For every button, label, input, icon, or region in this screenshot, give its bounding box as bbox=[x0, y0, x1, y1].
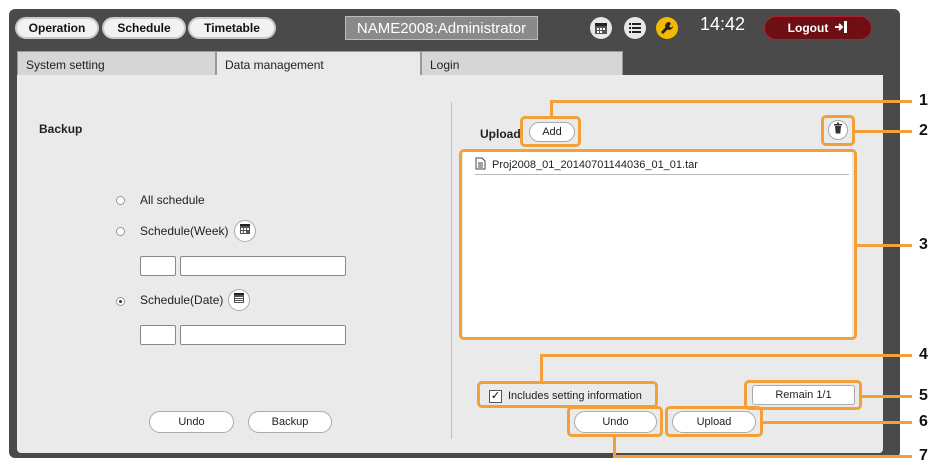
callout-box-2 bbox=[821, 115, 855, 146]
leader-7b bbox=[613, 455, 912, 458]
leader-5 bbox=[861, 395, 912, 398]
backup-undo-button[interactable]: Undo bbox=[149, 411, 234, 433]
leader-7a bbox=[613, 436, 616, 457]
calendar-icon[interactable] bbox=[590, 17, 612, 39]
tab-system-setting[interactable]: System setting bbox=[17, 51, 216, 75]
date-field[interactable] bbox=[180, 325, 346, 345]
leader-3 bbox=[856, 244, 912, 247]
week-range-field[interactable] bbox=[180, 256, 346, 276]
upload-title: Upload bbox=[480, 127, 521, 141]
callout-box-5 bbox=[744, 380, 862, 410]
backup-title: Backup bbox=[39, 122, 83, 136]
leader-2 bbox=[855, 130, 912, 133]
schedule-week-label: Schedule(Week) bbox=[140, 224, 229, 238]
callout-number-5: 5 bbox=[919, 387, 928, 404]
logout-label: Logout bbox=[787, 21, 829, 35]
callout-box-7 bbox=[567, 406, 663, 437]
window-title: NAME2008:Administrator bbox=[345, 16, 538, 40]
backup-button[interactable]: Backup bbox=[248, 411, 332, 433]
callout-box-6 bbox=[665, 406, 763, 437]
exit-icon bbox=[834, 20, 848, 37]
callout-number-3: 3 bbox=[919, 236, 928, 253]
callout-box-3 bbox=[459, 149, 857, 340]
schedule-button[interactable]: Schedule bbox=[102, 17, 186, 39]
screen: Operation Schedule Timetable NAME2008:Ad… bbox=[0, 0, 935, 469]
week-year-field[interactable] bbox=[140, 256, 176, 276]
date-calendar-button[interactable] bbox=[228, 289, 250, 311]
leader-1b bbox=[550, 100, 912, 103]
callout-number-6: 6 bbox=[919, 413, 928, 430]
leader-6 bbox=[762, 421, 912, 424]
section-divider bbox=[451, 102, 452, 439]
schedule-date-label: Schedule(Date) bbox=[140, 293, 224, 307]
week-calendar-button[interactable] bbox=[234, 220, 256, 242]
radio-schedule-date[interactable] bbox=[116, 297, 125, 306]
callout-number-2: 2 bbox=[919, 122, 928, 139]
logout-button[interactable]: Logout bbox=[764, 16, 872, 40]
date-year-field[interactable] bbox=[140, 325, 176, 345]
callout-box-1 bbox=[520, 116, 581, 147]
radio-all-schedule[interactable] bbox=[116, 196, 125, 205]
callout-number-1: 1 bbox=[919, 92, 928, 109]
timetable-button[interactable]: Timetable bbox=[188, 17, 276, 39]
radio-schedule-week[interactable] bbox=[116, 227, 125, 236]
wrench-icon[interactable] bbox=[656, 17, 678, 39]
calendar-icon bbox=[239, 222, 251, 240]
callout-box-4 bbox=[477, 381, 658, 408]
all-schedule-label: All schedule bbox=[140, 193, 205, 207]
callout-number-4: 4 bbox=[919, 346, 928, 363]
leader-4b bbox=[540, 354, 912, 357]
tab-data-management[interactable]: Data management bbox=[216, 51, 421, 75]
operation-button[interactable]: Operation bbox=[15, 17, 99, 39]
tab-login[interactable]: Login bbox=[421, 51, 623, 75]
list-icon[interactable] bbox=[624, 17, 646, 39]
clock: 14:42 bbox=[700, 14, 746, 34]
callout-number-7: 7 bbox=[919, 447, 928, 464]
leader-4a bbox=[540, 354, 543, 382]
calendar-icon bbox=[233, 291, 245, 309]
